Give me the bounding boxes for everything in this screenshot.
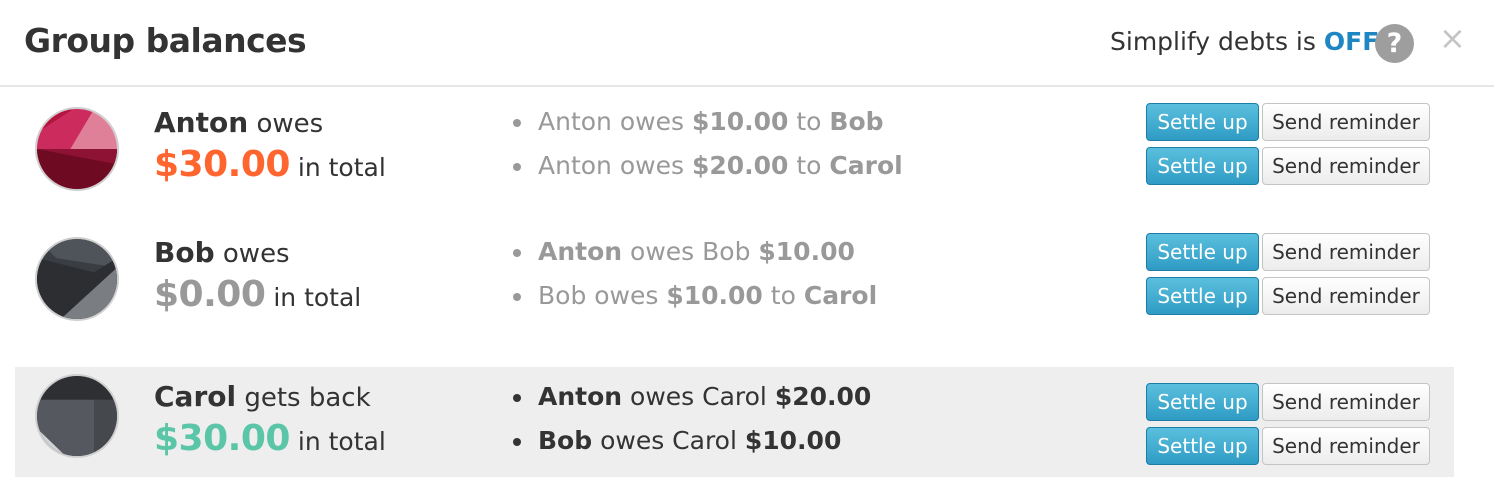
send-reminder-button[interactable]: Send reminder — [1262, 427, 1430, 465]
debt-item: Anton owes Bob $10.00 — [513, 235, 877, 279]
send-reminder-button[interactable]: Send reminder — [1262, 147, 1430, 185]
total-amount: $30.00 — [154, 418, 290, 459]
member-verb: owes — [256, 109, 324, 139]
avatar — [35, 374, 119, 458]
simplify-toggle[interactable]: OFF — [1324, 27, 1379, 56]
settle-up-button[interactable]: Settle up — [1146, 103, 1259, 141]
debt-item: Bob owes $10.00 to Carol — [513, 279, 877, 323]
debt-item: Anton owes $10.00 to Bob — [513, 105, 903, 149]
total-amount: $0.00 — [154, 274, 266, 315]
balance-row-carol: Carol gets back $30.00 in total Anton ow… — [15, 367, 1454, 477]
debt-item: Anton owes Carol $20.00 — [513, 380, 871, 424]
avatar — [35, 237, 119, 321]
balance-row-anton: Anton owes $30.00 in total Anton owes $1… — [15, 92, 1454, 202]
debt-item: Anton owes $20.00 to Carol — [513, 149, 903, 193]
simplify-label: Simplify debts is — [1110, 27, 1316, 56]
settle-up-button[interactable]: Settle up — [1146, 233, 1259, 271]
debt-actions: Settle up Send reminder Settle up Send rem… — [1146, 233, 1430, 321]
debt-actions: Settle up Send reminder Settle up Send rem… — [1146, 383, 1430, 471]
debt-actions: Settle up Send reminder Settle up Send rem… — [1146, 103, 1430, 191]
send-reminder-button[interactable]: Send reminder — [1262, 233, 1430, 271]
member-name: Bob — [154, 236, 215, 269]
page-title: Group balances — [24, 21, 307, 60]
member-verb: gets back — [244, 383, 371, 413]
balance-row-bob: Bob owes $0.00 in total Anton owes Bob $… — [15, 222, 1454, 332]
total-suffix: in total — [297, 153, 386, 182]
total-amount: $30.00 — [154, 144, 290, 185]
member-total: $30.00 in total — [154, 144, 386, 185]
total-suffix: in total — [297, 427, 386, 456]
debt-list: Anton owes $10.00 to Bob Anton owes $20.… — [513, 105, 903, 193]
member-total: $30.00 in total — [154, 418, 386, 459]
member-verb: owes — [222, 239, 290, 269]
simplify-debts-status: Simplify debts is OFF — [1110, 27, 1379, 56]
close-icon[interactable]: × — [1439, 18, 1466, 58]
help-icon[interactable]: ? — [1375, 24, 1414, 63]
settle-up-button[interactable]: Settle up — [1146, 277, 1259, 315]
send-reminder-button[interactable]: Send reminder — [1262, 277, 1430, 315]
settle-up-button[interactable]: Settle up — [1146, 147, 1259, 185]
debt-list: Anton owes Carol $20.00 Bob owes Carol $… — [513, 380, 871, 468]
settle-up-button[interactable]: Settle up — [1146, 383, 1259, 421]
member-summary: Anton owes — [154, 106, 323, 139]
member-summary: Bob owes — [154, 236, 290, 269]
send-reminder-button[interactable]: Send reminder — [1262, 383, 1430, 421]
member-name: Carol — [154, 380, 237, 413]
member-name: Anton — [154, 106, 249, 139]
member-summary: Carol gets back — [154, 380, 371, 413]
debt-item: Bob owes Carol $10.00 — [513, 424, 871, 468]
settle-up-button[interactable]: Settle up — [1146, 427, 1259, 465]
debt-list: Anton owes Bob $10.00 Bob owes $10.00 to… — [513, 235, 877, 323]
avatar — [35, 107, 119, 191]
modal-header: Group balances Simplify debts is OFF ? × — [0, 0, 1494, 87]
send-reminder-button[interactable]: Send reminder — [1262, 103, 1430, 141]
member-total: $0.00 in total — [154, 274, 361, 315]
total-suffix: in total — [273, 283, 362, 312]
